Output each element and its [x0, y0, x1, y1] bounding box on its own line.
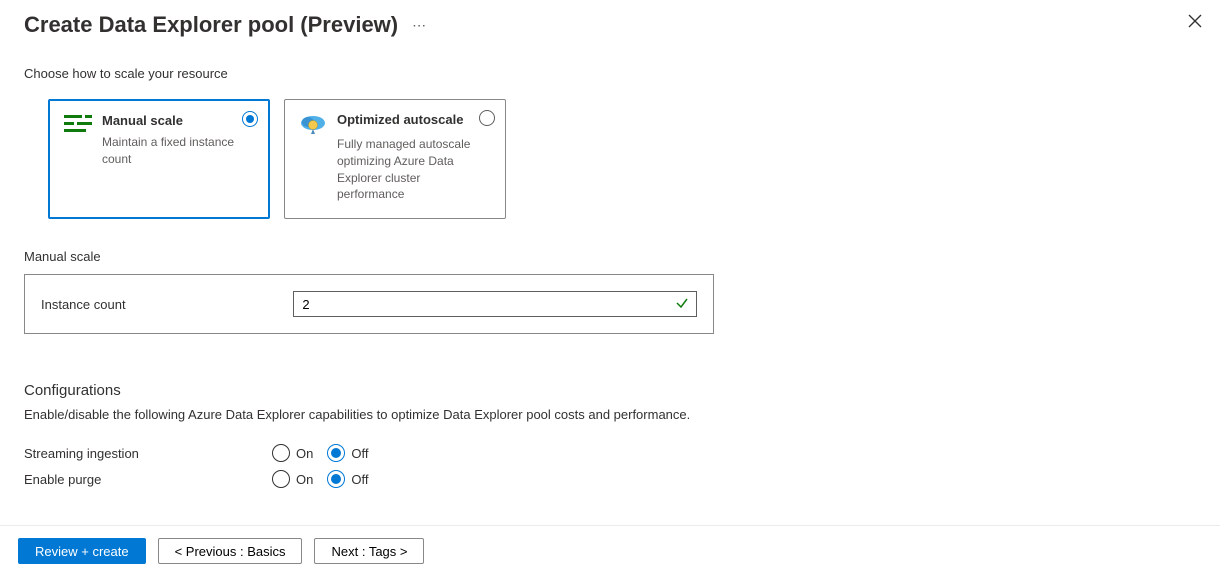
choose-scale-label: Choose how to scale your resource	[24, 66, 1196, 81]
close-icon[interactable]	[1188, 14, 1202, 33]
radio-label: Off	[351, 472, 368, 487]
radio-icon	[479, 110, 495, 126]
radio-label: On	[296, 472, 313, 487]
config-row-enable-purge: Enable purge On Off	[24, 470, 1196, 488]
more-icon[interactable]: ⋯	[412, 17, 426, 34]
review-create-button[interactable]: Review + create	[18, 538, 146, 564]
footer-bar: Review + create < Previous : Basics Next…	[0, 525, 1220, 576]
autoscale-icon	[299, 112, 327, 136]
radio-purge-off[interactable]: Off	[327, 470, 368, 488]
radio-label: On	[296, 446, 313, 461]
radio-circle-icon	[327, 470, 345, 488]
radio-circle-icon	[272, 444, 290, 462]
radio-streaming-on[interactable]: On	[272, 444, 313, 462]
radio-streaming-off[interactable]: Off	[327, 444, 368, 462]
config-label: Enable purge	[24, 472, 272, 487]
scale-option-autoscale[interactable]: Optimized autoscale Fully managed autosc…	[284, 99, 506, 219]
radio-purge-on[interactable]: On	[272, 470, 313, 488]
card-description: Fully managed autoscale optimizing Azure…	[299, 136, 491, 203]
previous-button[interactable]: < Previous : Basics	[158, 538, 303, 564]
configurations-description: Enable/disable the following Azure Data …	[24, 407, 1196, 422]
next-button[interactable]: Next : Tags >	[314, 538, 424, 564]
manual-scale-heading: Manual scale	[24, 249, 1196, 264]
scale-option-manual[interactable]: Manual scale Maintain a fixed instance c…	[48, 99, 270, 219]
manual-scale-icon	[64, 113, 92, 133]
instance-count-container: Instance count	[24, 274, 714, 334]
card-description: Maintain a fixed instance count	[64, 134, 254, 168]
config-label: Streaming ingestion	[24, 446, 272, 461]
card-title: Optimized autoscale	[337, 112, 463, 127]
page-title: Create Data Explorer pool (Preview)	[24, 12, 398, 38]
check-icon	[675, 296, 689, 313]
configurations-heading: Configurations	[24, 382, 1196, 399]
card-title: Manual scale	[102, 113, 183, 128]
radio-circle-icon	[272, 470, 290, 488]
radio-icon	[242, 111, 258, 127]
instance-count-label: Instance count	[41, 297, 283, 312]
instance-count-input[interactable]	[293, 291, 697, 317]
radio-circle-icon	[327, 444, 345, 462]
config-row-streaming-ingestion: Streaming ingestion On Off	[24, 444, 1196, 462]
radio-label: Off	[351, 446, 368, 461]
